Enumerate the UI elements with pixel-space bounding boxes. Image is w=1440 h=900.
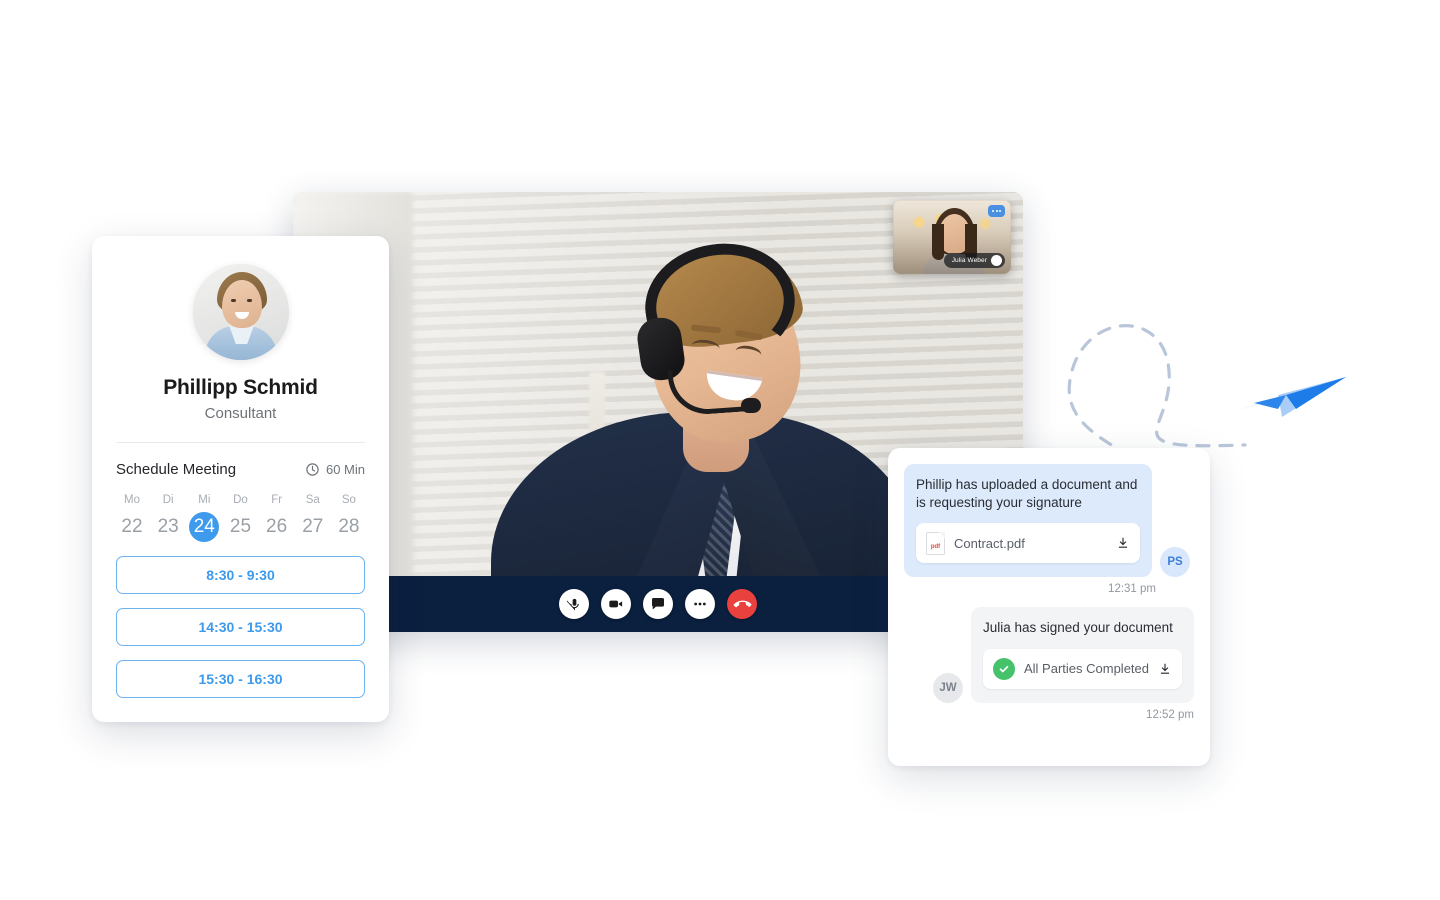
day-cell-di[interactable]: Di 23	[152, 494, 184, 542]
message-bubble: Julia has signed your document All Parti…	[971, 607, 1194, 703]
more-options-icon[interactable]	[685, 589, 715, 619]
time-slot-3[interactable]: 15:30 - 16:30	[116, 660, 365, 698]
day-label: Sa	[305, 494, 320, 506]
duration-label: 60 Min	[325, 462, 365, 477]
download-icon[interactable]	[1116, 536, 1130, 550]
chat-message-outgoing: JW Julia has signed your document All Pa…	[904, 607, 1194, 703]
message-text: Phillip has uploaded a document and is r…	[916, 477, 1138, 511]
end-call-icon[interactable]	[727, 589, 757, 619]
participant-figure	[473, 222, 943, 632]
pip-name-tag: Julia Weber i	[943, 253, 1005, 268]
pip-thumbnail[interactable]: Julia Weber i	[893, 200, 1011, 274]
canvas: Julia Weber i Phillipp Schmid Consultant…	[0, 0, 1440, 900]
day-cell-sa[interactable]: Sa 27	[297, 494, 329, 542]
attachment-row[interactable]: pdf Contract.pdf	[916, 523, 1140, 564]
day-label: Fr	[271, 494, 283, 506]
time-slot-1[interactable]: 8:30 - 9:30	[116, 556, 365, 594]
avatar-jw: JW	[933, 672, 963, 703]
pdf-file-icon: pdf	[926, 531, 945, 555]
day-label: Do	[233, 494, 248, 506]
message-timestamp: 12:31 pm	[1108, 583, 1156, 596]
paper-plane-icon	[1236, 377, 1346, 417]
day-label: Mi	[198, 494, 211, 506]
day-cell-mo[interactable]: Mo 22	[116, 494, 148, 542]
day-number: 26	[266, 516, 288, 537]
divider	[116, 442, 365, 443]
day-cell-so[interactable]: So 28	[333, 494, 365, 542]
attachment-row[interactable]: All Parties Completed	[983, 648, 1182, 689]
page-title: Phillipp Schmid	[163, 376, 318, 399]
attachment-label: Contract.pdf	[954, 535, 1025, 551]
day-cell-mi-selected[interactable]: Mi 24	[188, 494, 220, 542]
pip-participant-name: Julia Weber	[951, 257, 987, 264]
week-strip: Mo 22 Di 23 Mi 24 Do 25 Fr 26 Sa 27 So 2…	[116, 494, 365, 542]
schedule-header: Schedule Meeting 60 Min	[116, 461, 365, 478]
day-number: 28	[338, 516, 360, 537]
day-number: 25	[229, 516, 252, 537]
chat-card: Phillip has uploaded a document and is r…	[888, 448, 1210, 766]
profile-scheduling-card: Phillipp Schmid Consultant Schedule Meet…	[92, 236, 389, 722]
more-chip-icon[interactable]	[988, 205, 1005, 217]
message-timestamp: 12:52 pm	[1146, 708, 1194, 721]
day-number: 22	[121, 516, 143, 537]
day-number: 27	[302, 516, 324, 537]
attachment-label: All Parties Completed	[1024, 661, 1149, 677]
day-cell-do[interactable]: Do 25	[224, 494, 256, 542]
message-bubble: Phillip has uploaded a document and is r…	[904, 464, 1152, 578]
profile-role: Consultant	[204, 405, 277, 422]
day-cell-fr[interactable]: Fr 26	[261, 494, 293, 542]
day-label: So	[341, 494, 356, 506]
download-icon[interactable]	[1158, 662, 1172, 676]
avatar-ps: PS	[1160, 547, 1190, 578]
time-slot-2[interactable]: 14:30 - 15:30	[116, 608, 365, 646]
schedule-label: Schedule Meeting	[116, 461, 237, 478]
day-label: Di	[162, 494, 174, 506]
chat-bubble-icon[interactable]	[643, 589, 673, 619]
microphone-muted-icon[interactable]	[559, 589, 589, 619]
message-text: Julia has signed your document	[983, 620, 1173, 636]
check-circle-icon	[993, 657, 1015, 680]
day-number: 23	[157, 516, 179, 537]
chat-message-incoming: Phillip has uploaded a document and is r…	[904, 464, 1194, 578]
pip-hair-left	[932, 224, 944, 260]
clock-icon	[306, 463, 319, 476]
avatar	[192, 264, 289, 360]
camera-icon[interactable]	[601, 589, 631, 619]
day-number: 24	[189, 512, 220, 542]
info-badge-icon: i	[991, 255, 1002, 266]
duration-group: 60 Min	[305, 462, 365, 477]
day-label: Mo	[124, 494, 140, 506]
